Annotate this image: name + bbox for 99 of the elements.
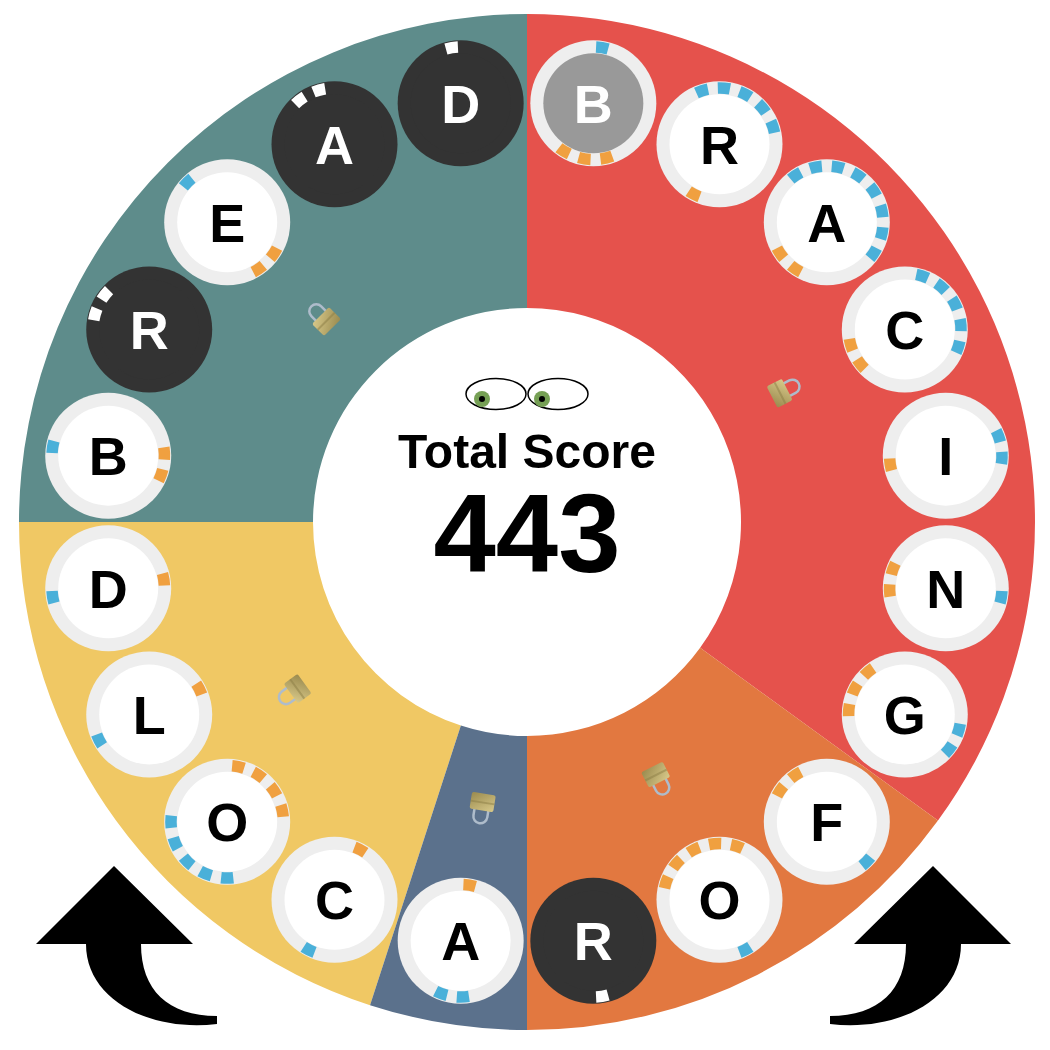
dash-mark-icon — [865, 245, 882, 262]
dash-mark-icon — [885, 560, 901, 577]
dash-mark-icon — [883, 458, 898, 472]
dash-mark-icon — [831, 160, 846, 174]
dash-mark-icon — [717, 82, 731, 95]
letter-tile[interactable]: A — [271, 81, 398, 208]
letter-tile[interactable]: I — [882, 392, 1009, 519]
dash-mark-icon — [950, 339, 966, 355]
dash-mark-icon — [456, 990, 470, 1003]
letter-tile[interactable]: D — [397, 40, 524, 167]
dash-mark-icon — [991, 428, 1006, 444]
letter-tile[interactable]: F — [763, 758, 890, 885]
dash-mark-icon — [843, 337, 858, 353]
dash-mark-icon — [694, 83, 710, 99]
dash-mark-icon — [463, 878, 477, 893]
letter-tile[interactable]: N — [882, 525, 1009, 652]
dash-mark-icon — [352, 841, 369, 858]
dash-mark-icon — [599, 150, 615, 165]
curved-arrow-icon[interactable] — [36, 866, 217, 1026]
dash-mark-icon — [846, 680, 863, 697]
dash-mark-icon — [915, 268, 931, 284]
dash-mark-icon — [685, 841, 702, 858]
dash-mark-icon — [875, 226, 889, 241]
dash-mark-icon — [707, 837, 722, 851]
dash-mark-icon — [754, 99, 771, 116]
dash-mark-icon — [46, 439, 60, 454]
letter-tile[interactable]: C — [271, 836, 398, 963]
dash-mark-icon — [197, 866, 213, 882]
dash-mark-icon — [685, 186, 702, 203]
letter-tile[interactable]: O — [656, 836, 783, 963]
dash-mark-icon — [883, 584, 896, 598]
dash-mark-icon — [951, 722, 966, 738]
letter-tile[interactable]: A — [397, 877, 524, 1004]
dash-mark-icon — [729, 839, 745, 854]
dash-mark-icon — [153, 467, 169, 484]
dash-mark-icon — [167, 836, 183, 852]
dash-mark-icon — [668, 854, 685, 872]
dash-mark-icon — [444, 41, 459, 55]
dash-mark-icon — [250, 260, 267, 278]
letter-tile[interactable]: R — [656, 81, 783, 208]
dash-mark-icon — [954, 318, 967, 332]
dash-mark-icon — [787, 167, 804, 184]
dash-mark-icon — [658, 874, 674, 890]
dash-mark-icon — [765, 118, 781, 134]
dash-mark-icon — [787, 766, 804, 784]
letter-tile[interactable]: E — [164, 159, 291, 286]
dash-mark-icon — [771, 245, 789, 262]
dash-mark-icon — [300, 942, 317, 958]
letter-tile[interactable]: C — [841, 266, 968, 393]
dash-mark-icon — [875, 203, 889, 218]
letter-tile[interactable]: L — [86, 651, 213, 778]
dash-mark-icon — [737, 942, 754, 958]
dash-mark-icon — [250, 766, 267, 784]
dash-mark-icon — [940, 741, 958, 758]
dash-mark-icon — [595, 41, 610, 55]
dash-mark-icon — [850, 167, 867, 184]
letter-tile[interactable]: D — [45, 525, 172, 652]
dash-mark-icon — [842, 702, 856, 717]
dash-mark-icon — [88, 306, 103, 322]
dash-mark-icon — [291, 91, 308, 109]
dash-mark-icon — [994, 590, 1008, 605]
dash-mark-icon — [156, 572, 171, 586]
dash-mark-icon — [311, 83, 327, 98]
dash-mark-icon — [46, 590, 60, 605]
letter-tile[interactable]: R — [530, 877, 657, 1004]
dash-mark-icon — [91, 732, 107, 749]
dash-mark-icon — [865, 182, 882, 199]
dash-mark-icon — [737, 86, 754, 102]
dash-mark-icon — [995, 451, 1008, 465]
dash-mark-icon — [231, 760, 246, 774]
dash-mark-icon — [178, 853, 196, 871]
dash-mark-icon — [275, 803, 289, 818]
dash-mark-icon — [158, 446, 171, 460]
dash-mark-icon — [178, 173, 196, 191]
letter-tile[interactable]: G — [841, 651, 968, 778]
dash-mark-icon — [555, 143, 572, 160]
dash-mark-icon — [852, 356, 869, 373]
dash-mark-icon — [220, 872, 234, 884]
dash-mark-icon — [933, 278, 950, 295]
dash-mark-icon — [859, 663, 877, 680]
dash-mark-icon — [771, 782, 789, 799]
letter-tile[interactable]: O — [164, 758, 291, 885]
letter-tile[interactable]: A — [763, 159, 890, 286]
dash-mark-icon — [577, 151, 591, 166]
letter-tile[interactable]: R — [86, 266, 213, 393]
dash-mark-icon — [595, 989, 610, 1003]
dash-mark-icon — [265, 245, 283, 262]
dash-mark-icon — [265, 782, 283, 799]
dash-mark-icon — [433, 986, 449, 1001]
dash-mark-icon — [808, 160, 823, 174]
curved-arrow-icon[interactable] — [830, 866, 1011, 1026]
letter-tile[interactable]: B — [45, 392, 172, 519]
dash-mark-icon — [858, 853, 876, 871]
dash-mark-icon — [96, 286, 114, 303]
eyes-icon — [465, 377, 589, 411]
dash-mark-icon — [787, 260, 804, 278]
dash-mark-icon — [165, 815, 177, 829]
dash-mark-icon — [191, 680, 208, 697]
dash-mark-icon — [947, 295, 963, 312]
